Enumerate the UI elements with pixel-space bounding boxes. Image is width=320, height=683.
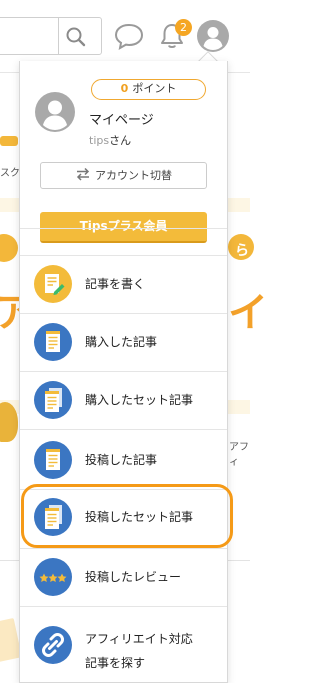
background-fragment: スク bbox=[0, 168, 20, 179]
background-fragment: イ bbox=[228, 290, 268, 336]
document-set-icon bbox=[34, 381, 72, 419]
points-label: ポイント bbox=[132, 82, 177, 95]
chat-bubble-icon[interactable] bbox=[113, 22, 145, 50]
menu-item-posted-reviews[interactable]: 投稿したレビュー bbox=[20, 548, 227, 606]
username: tipsさん bbox=[89, 132, 131, 148]
menu-item-label: 購入した記事 bbox=[85, 335, 158, 349]
menu-item-purchased-articles[interactable]: 購入した記事 bbox=[20, 313, 227, 371]
search-icon[interactable] bbox=[63, 24, 89, 50]
notification-badge: 2 bbox=[175, 19, 192, 36]
switch-arrows-icon bbox=[76, 167, 90, 181]
menu-item-label-line2: 記事を探す bbox=[85, 656, 146, 670]
link-icon bbox=[34, 626, 72, 664]
document-icon bbox=[34, 323, 72, 361]
menu-item-label: 投稿した記事 bbox=[85, 453, 158, 467]
menu-item-posted-articles[interactable]: 投稿した記事 bbox=[20, 431, 227, 489]
menu-divider bbox=[20, 228, 227, 229]
stars-icon bbox=[34, 558, 72, 596]
points-badge[interactable]: 0 ポイント bbox=[91, 79, 206, 100]
menu-divider bbox=[20, 606, 227, 607]
username-suffix: さん bbox=[109, 134, 132, 147]
menu-item-find-affiliate-articles[interactable]: アフィリエイト対応 記事を探す bbox=[20, 616, 227, 674]
account-switch-button[interactable]: アカウント切替 bbox=[40, 162, 207, 189]
menu-item-label: 投稿したレビュー bbox=[85, 570, 182, 584]
search-divider bbox=[58, 18, 59, 54]
menu-item-label: アフィリエイト対応 記事を探す bbox=[85, 627, 193, 675]
background-shape bbox=[0, 136, 18, 146]
menu-item-label-line1: アフィリエイト対応 bbox=[85, 632, 193, 646]
background-fragment: ら bbox=[235, 243, 249, 259]
search-input[interactable] bbox=[0, 17, 102, 55]
document-icon bbox=[34, 441, 72, 479]
highlight-outline bbox=[21, 484, 233, 548]
background-fragment: アフィ bbox=[229, 442, 249, 468]
menu-item-purchased-set-articles[interactable]: 購入したセット記事 bbox=[20, 371, 227, 429]
menu-item-label: 購入したセット記事 bbox=[85, 393, 194, 407]
account-switch-label: アカウント切替 bbox=[95, 169, 172, 182]
background-shape bbox=[0, 234, 18, 262]
profile-avatar-icon[interactable] bbox=[35, 92, 75, 132]
username-id: tips bbox=[89, 134, 110, 147]
user-avatar-icon[interactable] bbox=[197, 20, 229, 52]
mypage-link[interactable]: マイページ bbox=[89, 109, 154, 128]
menu-item-label: 記事を書く bbox=[85, 277, 146, 291]
write-article-icon bbox=[34, 265, 72, 303]
menu-item-write-article[interactable]: 記事を書く bbox=[20, 255, 227, 313]
menu-divider bbox=[20, 429, 227, 430]
points-value: 0 bbox=[120, 82, 129, 95]
